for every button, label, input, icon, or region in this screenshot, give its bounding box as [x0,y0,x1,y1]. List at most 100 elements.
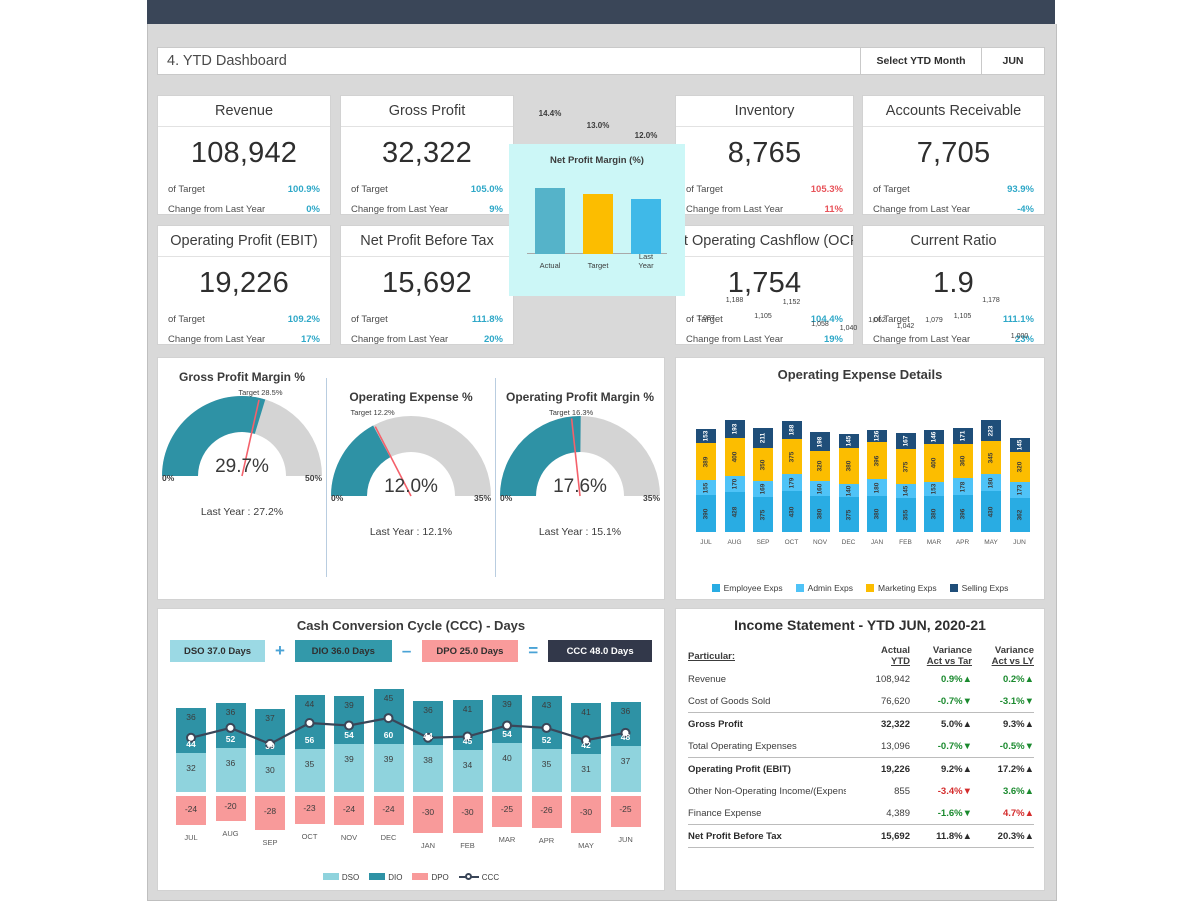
ccc-dso-segment: 30 [255,754,285,792]
legend-label: CCC [481,873,500,882]
ccc-dio-label: 37 [265,713,275,724]
opex-bar-column: 1,178 223 345 180 430 MAY [981,297,1001,546]
opex-segment-label: 355 [902,509,909,521]
opex-segment-label: 211 [759,432,767,444]
opex-segment: 390 [696,495,716,532]
opex-segment: 350 [753,448,773,481]
kpi-card: Net Profit Before Tax 15,692 of Target 1… [340,225,514,345]
kpi-target-row: of Target 105.3% [676,179,853,199]
opex-segment-label: 380 [816,508,824,520]
opex-segment: 320 [1009,452,1030,482]
ccc-dpo-label: -30 [579,807,593,818]
gauge-body: Target 12.2% 12.0% 0% 35% [331,408,491,503]
opex-segment-label: 193 [731,423,738,435]
opex-segment: 362 [1009,498,1030,532]
kpi-value: 15,692 [382,266,472,299]
row-actual: 32,322 [846,712,910,735]
gauge-max: 35% [473,493,491,503]
row-label: Operating Profit (EBIT) [688,757,846,780]
row-label: Gross Profit [688,712,846,735]
legend-swatch [369,873,386,880]
opex-plot: 1,087 153 389 155 390 JUL 1,188 193 400 … [690,297,1034,550]
net-profit-margin-title: Net Profit Margin (%) [550,155,644,166]
kpi-ly-value: 9% [489,203,503,215]
gauge-title: Operating Profit Margin % [505,390,654,404]
opex-total-label: 1,178 [982,297,1000,304]
ccc-dpo-segment: -25 [492,795,522,827]
kpi-ly-label: Change from Last Year [873,333,971,345]
opex-bar-column: 1,087 153 389 155 390 JUL [696,315,716,546]
ccc-dso-segment: 39 [334,743,364,792]
ccc-line-value-label: 54 [344,729,354,740]
gauge-value: 29.7% [215,456,269,477]
opex-segment-label: 375 [788,451,795,462]
opex-segment: 355 [895,498,916,532]
ccc-dpo-segment: -24 [373,795,404,826]
gauge-min: 0% [331,493,344,503]
gauge-title: Operating Expense % [349,390,473,404]
legend-label: Selling Exps [961,583,1009,593]
ccc-dpo-segment: -26 [531,795,562,828]
legend-item: DSO [322,873,359,882]
opex-segment: 389 [696,443,716,480]
kpi-target-value: 111.1% [1002,313,1034,325]
ccc-dio-label: 39 [344,699,354,710]
legend-label: Employee Exps [723,583,783,593]
window-topbar [147,0,1055,24]
opex-segment-label: 400 [930,457,938,469]
opex-legend: Employee Exps Admin Exps Marketing Exps Sel… [676,583,1044,593]
opex-segment: 396 [952,495,973,532]
opex-bar-column: 1,040 145 380 140 375 DEC [838,325,859,546]
ccc-dpo-label: -28 [263,806,277,817]
kpi-ly-label: Change from Last Year [168,203,266,215]
opex-bar-column: 1,058 198 320 160 380 NOV [810,321,830,546]
col-actual-ytd: Actual YTD [880,645,910,667]
row-variance-ly: 9.3%▲ [972,712,1034,735]
ccc-dso-label: 38 [423,755,433,766]
ccc-dpo-column: -20 AUG [215,795,246,838]
ccc-dpo-segment: -30 [452,795,483,833]
ccc-dpo-segment: -30 [571,795,601,833]
ccc-dso-label: 39 [344,753,354,764]
opex-segment-label: 350 [759,459,767,470]
opex-segment: 188 [781,421,802,439]
row-variance-target: 11.8%▲ [910,824,972,848]
row-actual: 76,620 [880,695,910,707]
ccc-dpo-label: -20 [224,801,237,812]
dashboard-root: 4. YTD Dashboard Select YTD Month JUN Re… [0,0,1200,901]
legend-item: Admin Exps [795,583,853,593]
opex-bar-column: 1,079 146 400 153 380 MAR [924,317,944,546]
kpi-title: Current Ratio [863,226,1044,257]
ccc-chip: DPO 25.0 Days [421,640,519,662]
ccc-line-value-label: 52 [225,733,236,744]
gauge-2: Operating Expense % Target 12.2% 12.0% 0… [326,378,495,577]
opex-segment-label: 180 [873,482,881,493]
ccc-dpo-label: -26 [540,804,553,815]
opex-segment-label: 428 [731,506,738,518]
ccc-dso-label: 35 [304,758,315,769]
ccc-line-value-label: 45 [462,736,473,747]
ccc-dso-label: 34 [462,760,473,771]
opex-segment: 145 [1009,438,1030,452]
opex-segment: 145 [838,434,859,448]
row-variance-target: -1.6%▼ [937,807,972,819]
select-ytd-month-value[interactable]: JUN [982,47,1045,75]
opex-segment: 160 [810,481,830,496]
row-label: Total Operating Expenses [688,740,797,752]
opex-segment-label: 320 [816,460,824,472]
net-profit-margin-plot: 14.4% Actual 13.0% Target 12.0% Last Year [527,109,667,272]
ccc-dpo-column: -25 JUN [610,795,641,844]
npm-bar-label: 14.4% [538,109,562,118]
kpi-target-row: of Target 100.9% [158,179,330,199]
ccc-title: Cash Conversion Cycle (CCC) - Days [296,618,526,633]
gauge-title: Gross Profit Margin % [178,370,306,384]
opex-segment-label: 167 [902,435,909,447]
ccc-bar-column: 39 39 [334,695,364,792]
opex-segment-label: 430 [788,506,795,517]
kpi-target-row: of Target 93.9% [863,179,1044,199]
opex-segment-label: 153 [930,483,938,495]
opex-bar-column: 1,105 211 350 169 375 SEP [753,313,773,546]
row-variance-ly: -3.1%▼ [999,695,1034,707]
opex-segment: 146 [924,430,944,444]
ccc-dpo-segment: -30 [413,795,443,833]
